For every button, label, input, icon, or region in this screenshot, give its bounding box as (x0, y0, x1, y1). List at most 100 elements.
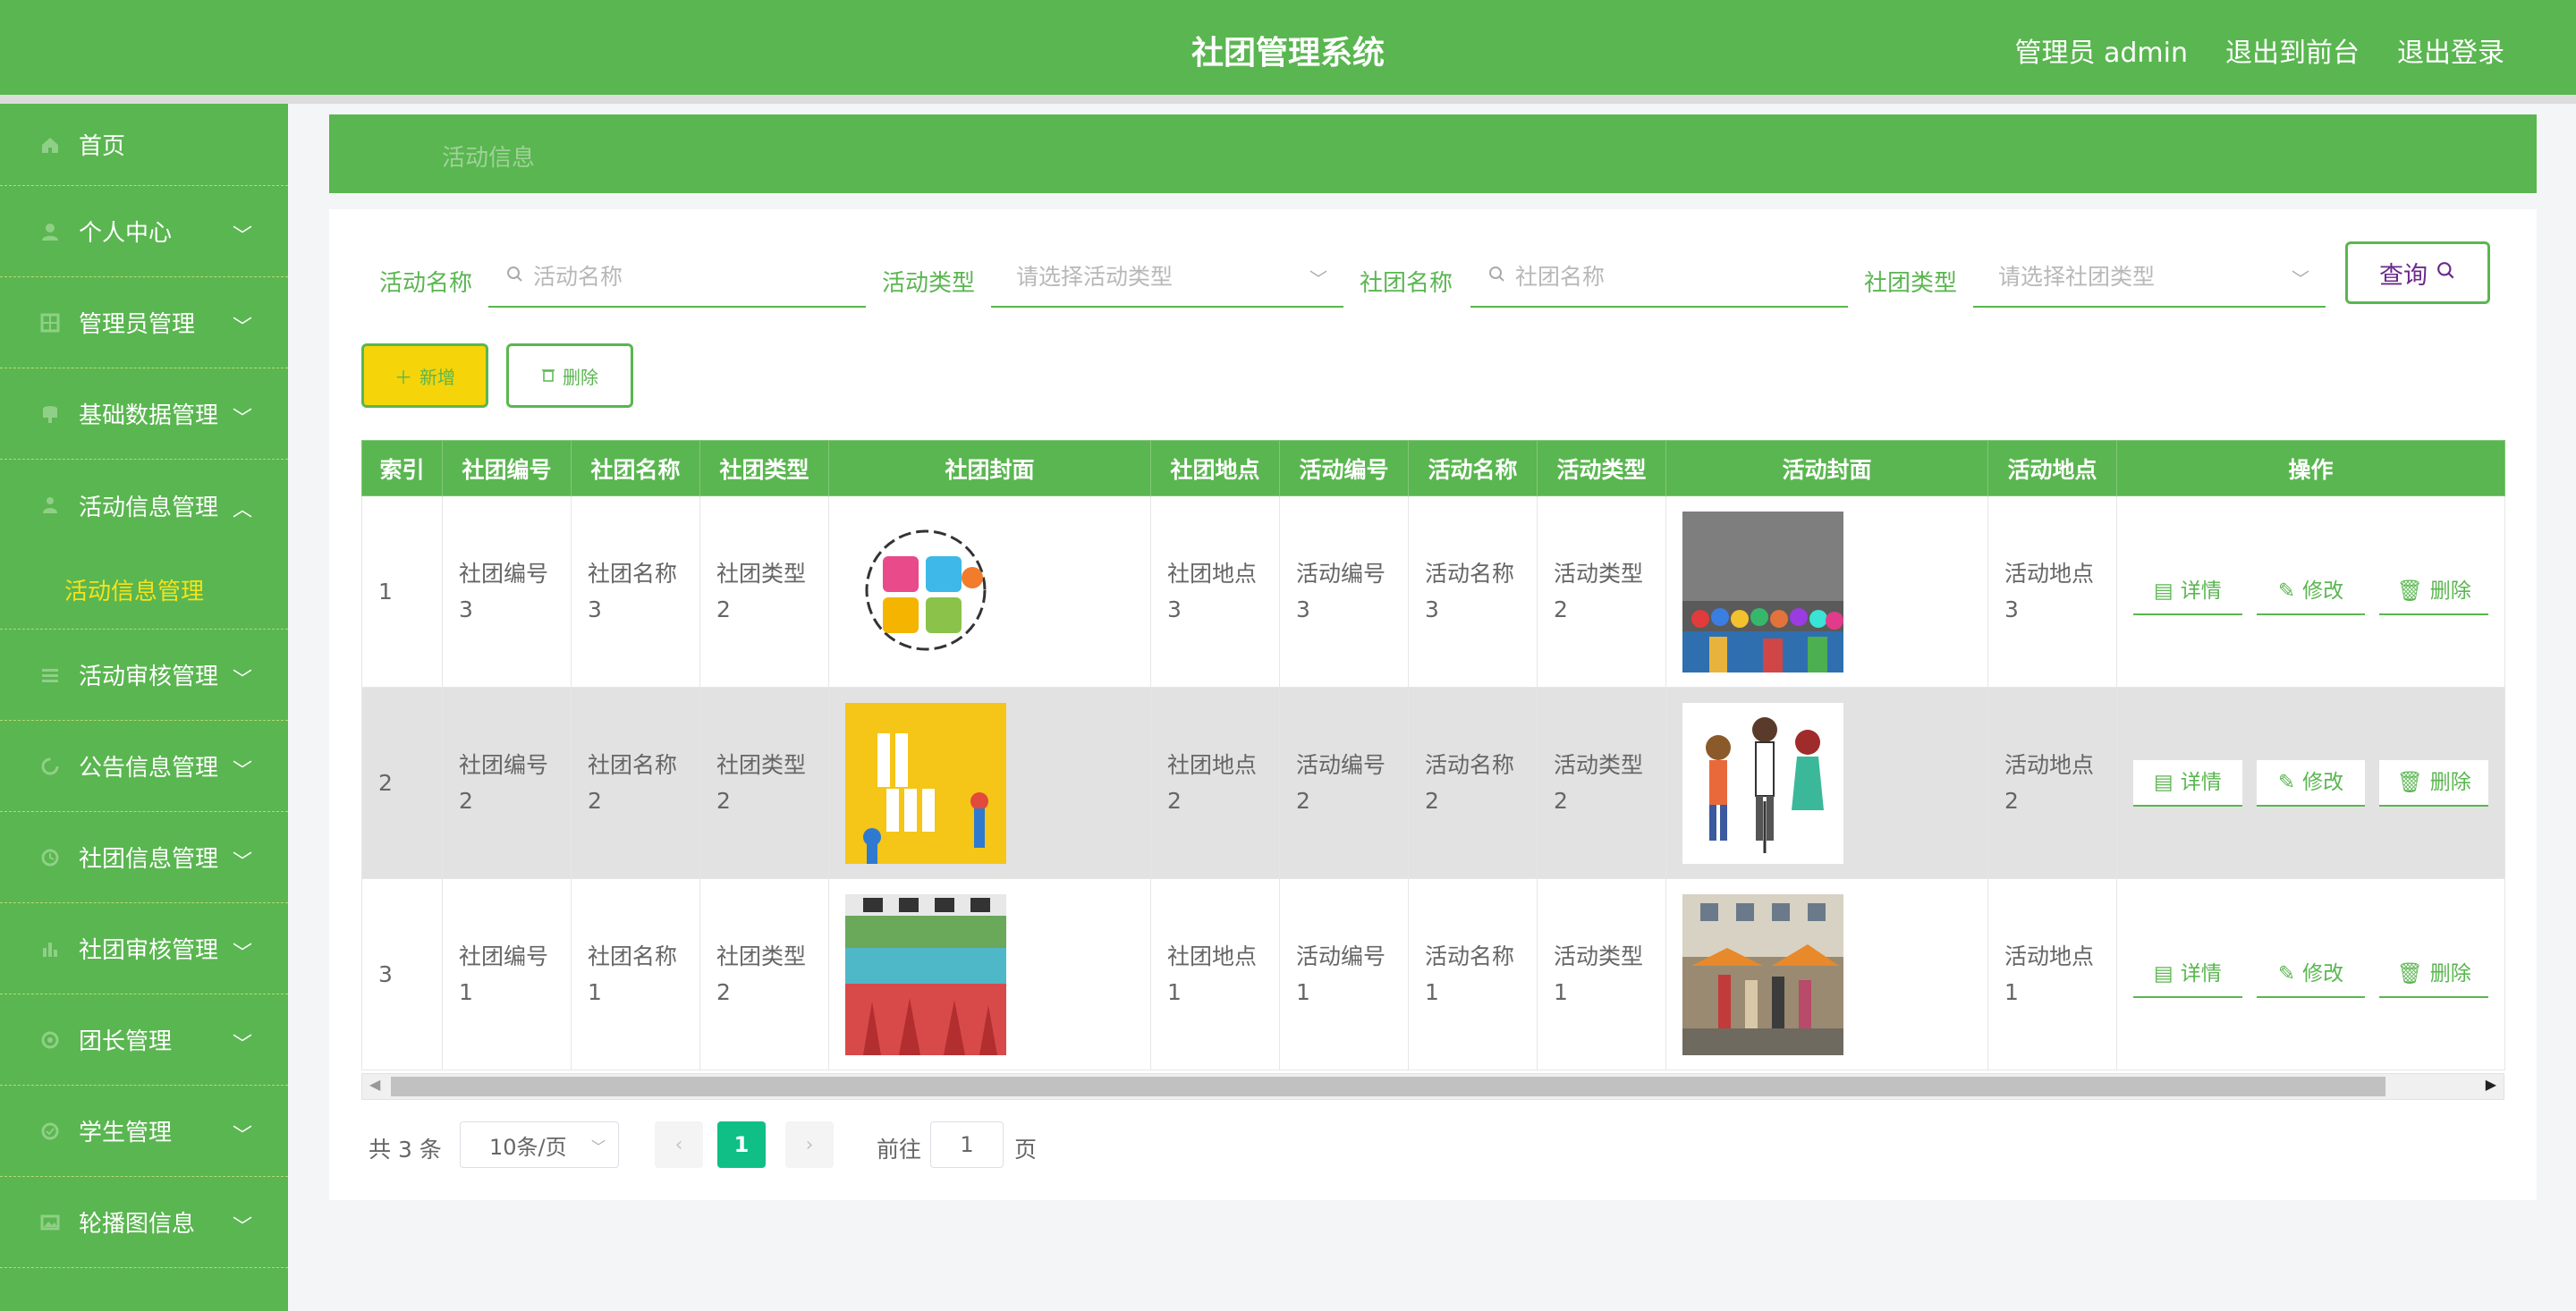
delete-button[interactable]: 🗑 删除 (2379, 951, 2489, 998)
logout-link[interactable]: 退出登录 (2397, 30, 2504, 70)
club-name-input[interactable]: 社团名称 (1470, 245, 1848, 308)
club-cover-image[interactable] (845, 702, 1006, 864)
detail-label: 详情 (2180, 579, 2222, 603)
trash-icon: 🗑 (2396, 770, 2423, 794)
table-header-row: 索引 社团编号 社团名称 社团类型 社团封面 社团地点 活动编号 活动名称 活动… (361, 440, 2505, 496)
sidebar-item-home[interactable]: 首页 (0, 104, 288, 186)
add-button[interactable]: ＋ 新增 (361, 343, 488, 408)
chevron-down-icon: ﹀ (232, 669, 252, 691)
cell-act-no: 活动编号3 (1279, 495, 1409, 688)
col-header-act-name: 活动名称 (1408, 440, 1538, 496)
club-cover-image[interactable] (845, 893, 1006, 1055)
next-page-button[interactable]: › (785, 1121, 834, 1168)
sidebar-item-label: 公告信息管理 (79, 755, 219, 782)
trash-icon: 🗑 (2396, 961, 2423, 985)
chevron-down-icon: ﹀ (232, 1216, 252, 1239)
activity-cover-image[interactable] (1682, 702, 1843, 864)
page-number-current[interactable]: 1 (717, 1121, 766, 1168)
sidebar-item-activity-review[interactable]: 活动审核管理 ﹀ (0, 630, 288, 721)
detail-button[interactable]: ▤ 详情 (2133, 759, 2242, 807)
cell-actions: ▤ 详情 ✎ 修改 🗑 删除 (2116, 878, 2505, 1070)
trash-icon (541, 365, 555, 386)
activity-cover-image[interactable] (1682, 893, 1843, 1055)
search-icon (506, 263, 524, 289)
detail-button[interactable]: ▤ 详情 (2133, 568, 2242, 615)
page-size-value: 10条/页 (489, 1134, 567, 1160)
activity-type-select[interactable]: 请选择活动类型 ﹀ (991, 245, 1343, 308)
search-icon (1488, 263, 1506, 289)
club-type-placeholder: 请选择社团类型 (1998, 264, 2156, 290)
circle-icon (39, 1029, 61, 1051)
database-icon (39, 403, 61, 425)
sidebar-item-carousel[interactable]: 轮播图信息 ﹀ (0, 1177, 288, 1268)
cell-club-cover (828, 495, 1151, 688)
search-icon (2436, 259, 2456, 287)
col-header-club-cover: 社团封面 (828, 440, 1151, 496)
sidebar-item-activity[interactable]: 活动信息管理 ︿ (0, 460, 288, 551)
cell-act-type: 活动类型1 (1537, 878, 1666, 1070)
scroll-right-arrow-icon[interactable]: ▶ (2486, 1076, 2496, 1093)
sidebar-item-notice[interactable]: 公告信息管理 ﹀ (0, 721, 288, 812)
delete-label: 删除 (563, 366, 598, 388)
goto-page-input[interactable] (930, 1121, 1004, 1168)
back-to-front-link[interactable]: 退出到前台 (2225, 30, 2360, 70)
activity-name-input[interactable]: 活动名称 (488, 245, 866, 308)
sidebar-item-profile[interactable]: 个人中心 ﹀ (0, 186, 288, 277)
plus-icon: ＋ (394, 366, 412, 388)
sidebar-subitem-activity-info[interactable]: 活动信息管理 (0, 551, 288, 630)
cell-index: 3 (361, 878, 443, 1070)
cell-club-cover (828, 687, 1151, 879)
activity-cover-image[interactable] (1682, 511, 1843, 672)
cell-act-cover (1665, 687, 1988, 879)
col-header-actions: 操作 (2116, 440, 2505, 496)
sidebar-item-leader[interactable]: 团长管理 ﹀ (0, 994, 288, 1086)
document-icon: ▤ (2153, 770, 2174, 794)
sidebar-item-basic-data[interactable]: 基础数据管理 ﹀ (0, 368, 288, 460)
horizontal-scrollbar[interactable]: ◀ ▶ (361, 1073, 2504, 1100)
sidebar-item-label: 社团审核管理 (79, 937, 219, 964)
home-icon (39, 134, 61, 156)
sidebar-item-club-review[interactable]: 社团审核管理 ﹀ (0, 903, 288, 994)
sidebar-item-club-info[interactable]: 社团信息管理 ﹀ (0, 812, 288, 903)
edit-button[interactable]: ✎ 修改 (2256, 568, 2366, 615)
col-header-club-place: 社团地点 (1150, 440, 1280, 496)
sidebar-item-student[interactable]: 学生管理 ﹀ (0, 1086, 288, 1177)
pencil-icon: ✎ (2277, 961, 2296, 985)
edit-button[interactable]: ✎ 修改 (2256, 951, 2366, 998)
cell-club-no: 社团编号3 (442, 495, 572, 688)
chevron-up-icon: ︿ (232, 499, 252, 521)
edit-button[interactable]: ✎ 修改 (2256, 759, 2366, 807)
delete-label: 删除 (2429, 579, 2471, 603)
cell-index: 1 (361, 495, 443, 688)
sidebar-item-label: 个人中心 (79, 220, 173, 247)
sidebar: 首页 个人中心 ﹀ 管理员管理 ﹀ 基础数据管理 ﹀ 活动信息管理 ︿ 活动信息… (0, 104, 288, 1311)
cell-club-place: 社团地点3 (1150, 495, 1280, 688)
cell-act-place: 活动地点1 (1987, 878, 2117, 1070)
sidebar-item-admin[interactable]: 管理员管理 ﹀ (0, 277, 288, 368)
scroll-left-arrow-icon[interactable]: ◀ (369, 1076, 380, 1093)
col-header-act-cover: 活动封面 (1665, 440, 1988, 496)
col-header-index: 索引 (361, 440, 443, 496)
page-suffix: 页 (1014, 1137, 1038, 1163)
sidebar-item-label: 轮播图信息 (79, 1211, 196, 1238)
batch-delete-button[interactable]: 删除 (506, 343, 633, 408)
chevron-down-icon: ﹀ (590, 1138, 606, 1155)
scrollbar-thumb[interactable] (391, 1077, 2385, 1096)
cell-act-cover (1665, 495, 1988, 688)
prev-page-button[interactable]: ‹ (655, 1121, 703, 1168)
club-type-select[interactable]: 请选择社团类型 ﹀ (1973, 245, 2326, 308)
cell-club-no: 社团编号2 (442, 687, 572, 879)
cell-actions: ▤ 详情 ✎ 修改 🗑 删除 (2116, 687, 2505, 879)
detail-label: 详情 (2180, 961, 2222, 985)
col-header-club-type: 社团类型 (699, 440, 829, 496)
club-cover-image[interactable] (845, 511, 1006, 672)
delete-button[interactable]: 🗑 删除 (2379, 568, 2489, 615)
detail-button[interactable]: ▤ 详情 (2133, 951, 2242, 998)
cell-act-place: 活动地点3 (1987, 495, 2117, 688)
cell-club-name: 社团名称1 (571, 878, 700, 1070)
delete-label: 删除 (2429, 961, 2471, 985)
page-size-select[interactable]: 10条/页 ﹀ (460, 1121, 619, 1168)
delete-button[interactable]: 🗑 删除 (2379, 759, 2489, 807)
cell-club-place: 社团地点2 (1150, 687, 1280, 879)
query-button[interactable]: 查询 (2345, 241, 2490, 304)
